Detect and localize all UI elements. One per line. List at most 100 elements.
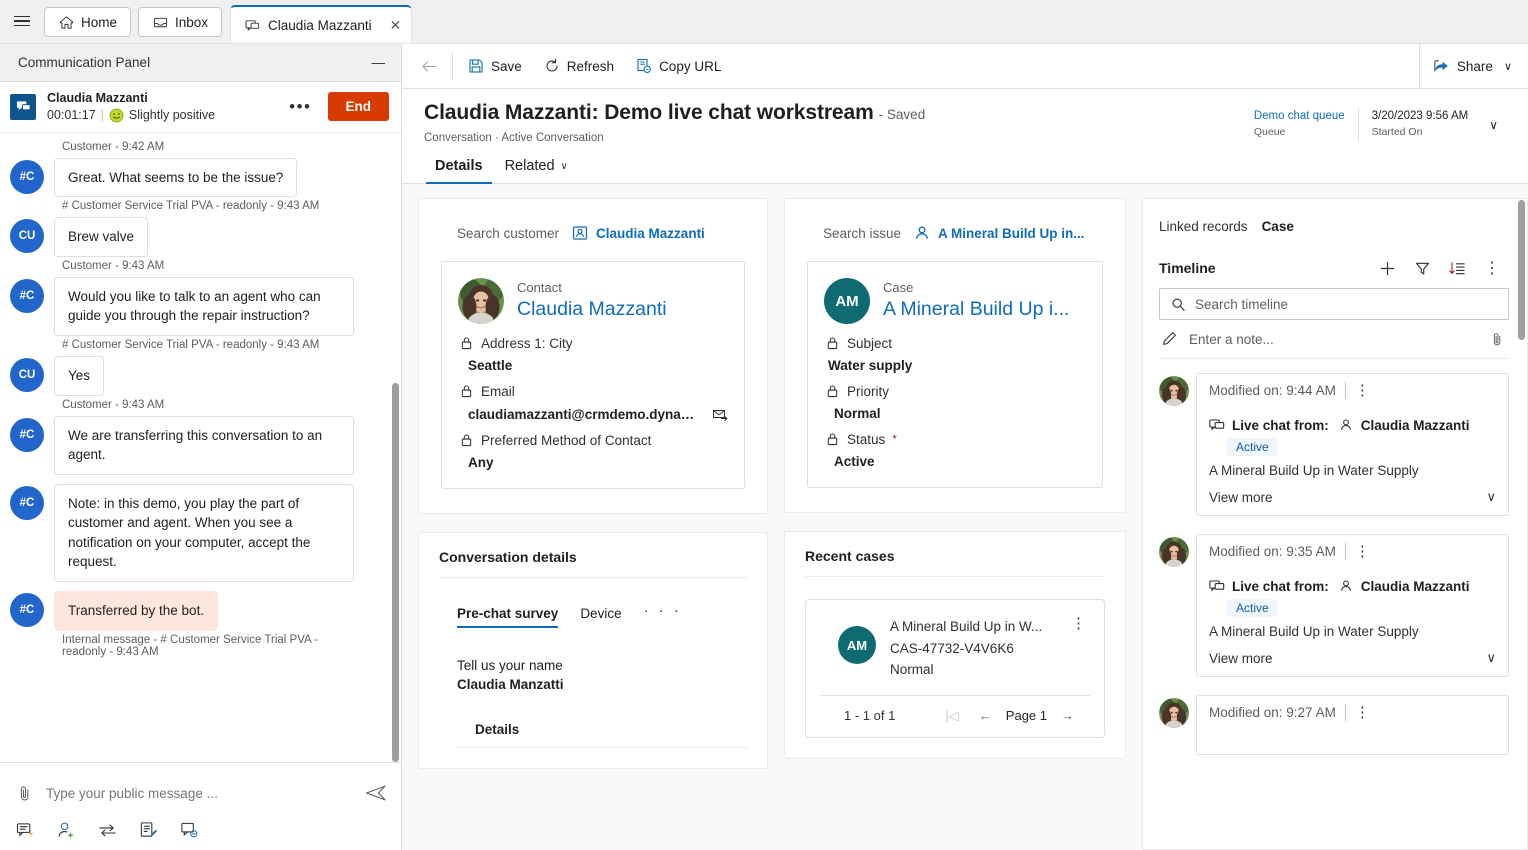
form-column-middle: Search issue A Mineral Build Up in... AM [776, 198, 1134, 850]
chat-scrollbar[interactable] [392, 382, 399, 762]
chevron-down-icon[interactable]: ∨ [1504, 60, 1512, 73]
email-icon[interactable] [712, 406, 728, 422]
view-more-button[interactable]: View more ∨ [1209, 489, 1496, 505]
header-field-value: 3/20/2023 9:56 AM [1371, 110, 1469, 122]
live-chat-icon [10, 93, 36, 120]
refresh-button[interactable]: Refresh [533, 44, 625, 89]
list-item[interactable]: AM A Mineral Build Up in W... CAS-47732-… [805, 599, 1105, 738]
paperclip-icon[interactable] [14, 785, 34, 801]
app-tab-strip: Home Inbox Claudia Mazzanti ✕ [0, 0, 1528, 44]
avatar [1159, 537, 1189, 567]
close-icon[interactable]: ✕ [390, 17, 402, 34]
tab-pre-chat-survey[interactable]: Pre-chat survey [457, 606, 559, 628]
consult-icon[interactable] [180, 821, 199, 840]
saved-state: - Saved [878, 107, 926, 122]
timeline-more-icon[interactable]: ⋮ [1475, 258, 1509, 278]
lock-icon [824, 431, 840, 447]
pager-first-icon[interactable]: |◁ [935, 708, 968, 724]
timeline-entry: Modified on: 9:35 AM ⋮ Live chat from: C… [1159, 534, 1509, 677]
message-timestamp: Customer - 9:43 AM [62, 398, 165, 411]
contact-card-name[interactable]: Claudia Mazzanti [517, 297, 667, 321]
message-timestamp: # Customer Service Trial PVA - readonly … [62, 339, 320, 351]
send-icon[interactable] [365, 785, 387, 801]
avatar [1159, 376, 1189, 406]
message-input[interactable] [46, 785, 353, 801]
search-timeline-input[interactable] [1195, 296, 1498, 312]
enter-note-row[interactable]: Enter a note... [1159, 320, 1509, 359]
main-content: Save Refresh Copy URL Share ∨ Claudia Ma… [402, 43, 1528, 850]
back-arrow-icon[interactable] [410, 59, 448, 74]
conversation-customer-name: Claudia Mazzanti [47, 91, 148, 105]
lock-icon [824, 335, 840, 351]
save-button[interactable]: Save [457, 44, 533, 89]
avatar: #C [10, 417, 44, 452]
chat-transcript[interactable]: Customer - 9:42 AM #C Great. What seems … [0, 132, 401, 762]
message-timestamp: Customer - 9:42 AM [62, 140, 165, 153]
tab-device[interactable]: Device [580, 606, 621, 628]
timeline-header: Timeline ⋮ [1159, 258, 1509, 278]
view-more-button[interactable]: View more ∨ [1209, 650, 1496, 666]
composer-toolbar [14, 813, 387, 850]
timeline-entry-more-icon[interactable]: ⋮ [1355, 383, 1370, 398]
survey-question: Tell us your name [457, 658, 563, 673]
conversation-more-icon[interactable]: ••• [284, 97, 316, 117]
timeline-entry: Modified on: 9:27 AM ⋮ [1159, 695, 1509, 755]
tab-overflow-icon[interactable]: · · · [644, 602, 682, 628]
save-icon [468, 58, 484, 74]
nav-tab-inbox[interactable]: Inbox [138, 7, 223, 37]
minimize-icon[interactable]: — [372, 56, 386, 70]
search-customer-label: Search customer [457, 225, 560, 241]
tab-related[interactable]: Related ∨ [494, 152, 579, 183]
timeline-entry-card[interactable]: Modified on: 9:44 AM ⋮ Live chat from: C… [1196, 373, 1509, 516]
end-conversation-button[interactable]: End [327, 92, 389, 122]
pager-prev-icon[interactable]: ← [969, 708, 1002, 723]
field-value-email: claudiamazzanti@crmdemo.dynamics.... [458, 399, 728, 422]
share-button[interactable]: Share ∨ [1418, 43, 1528, 89]
person-icon [1338, 578, 1354, 594]
quick-replies-icon[interactable] [16, 821, 35, 840]
chat-message: #C Would you like to talk to an agent wh… [10, 276, 387, 336]
enter-note-placeholder: Enter a note... [1189, 331, 1274, 347]
filter-icon[interactable] [1405, 260, 1440, 277]
add-agent-icon[interactable] [57, 821, 76, 840]
timeline-entry-more-icon[interactable]: ⋮ [1355, 705, 1370, 720]
paperclip-icon[interactable] [1489, 331, 1505, 347]
nav-tab-inbox-label: Inbox [175, 14, 209, 30]
search-timeline-field[interactable] [1159, 288, 1509, 320]
recent-case-more-icon[interactable]: ⋮ [1067, 616, 1090, 631]
timeline-modified-on: Modified on: 9:44 AM [1209, 383, 1336, 398]
search-issue-value[interactable]: A Mineral Build Up in... [914, 225, 1085, 241]
timeline-scrollbar[interactable] [1518, 200, 1525, 340]
timeline-entry-card[interactable]: Modified on: 9:35 AM ⋮ Live chat from: C… [1196, 534, 1509, 677]
conversation-details-tabs: Pre-chat survey Device · · · [439, 578, 747, 628]
tab-details[interactable]: Details [424, 152, 494, 184]
nav-tab-home[interactable]: Home [44, 7, 132, 37]
field-label-priority: Priority [824, 383, 1086, 399]
header-expand-chevron-icon[interactable]: ∨ [1481, 118, 1506, 132]
pager-next-icon[interactable]: → [1051, 708, 1084, 723]
chat-message: #C We are transferring this conversation… [10, 415, 387, 475]
message-composer [0, 762, 401, 850]
timeline-title: Timeline [1159, 260, 1216, 276]
add-icon[interactable] [1370, 260, 1405, 277]
pencil-icon [1161, 331, 1177, 347]
search-issue-label: Search issue [823, 225, 902, 241]
transfer-icon[interactable] [98, 821, 117, 840]
pager-count: 1 - 1 of 1 [844, 708, 896, 724]
field-label-subject: Subject [824, 335, 1086, 351]
linked-records-value[interactable]: Case [1262, 219, 1294, 234]
notes-icon[interactable] [139, 821, 158, 840]
hamburger-menu-icon[interactable] [0, 0, 44, 43]
copy-url-button[interactable]: Copy URL [625, 44, 732, 89]
sort-icon[interactable] [1440, 260, 1475, 277]
timeline-entry-card[interactable]: Modified on: 9:27 AM ⋮ [1196, 695, 1509, 755]
timeline-entry-more-icon[interactable]: ⋮ [1355, 544, 1370, 559]
customer-panel: Search customer Claudia Mazzanti Contact… [418, 198, 768, 514]
field-value-subject: Water supply [824, 351, 1086, 373]
view-more-label: View more [1209, 489, 1273, 505]
app-tab-active-session[interactable]: Claudia Mazzanti ✕ [230, 5, 413, 43]
search-customer-value[interactable]: Claudia Mazzanti [572, 225, 705, 241]
case-card-name[interactable]: A Mineral Build Up i... [883, 297, 1069, 321]
header-field-queue[interactable]: Demo chat queue Queue [1241, 108, 1358, 141]
chevron-down-icon: ∨ [1486, 489, 1496, 504]
